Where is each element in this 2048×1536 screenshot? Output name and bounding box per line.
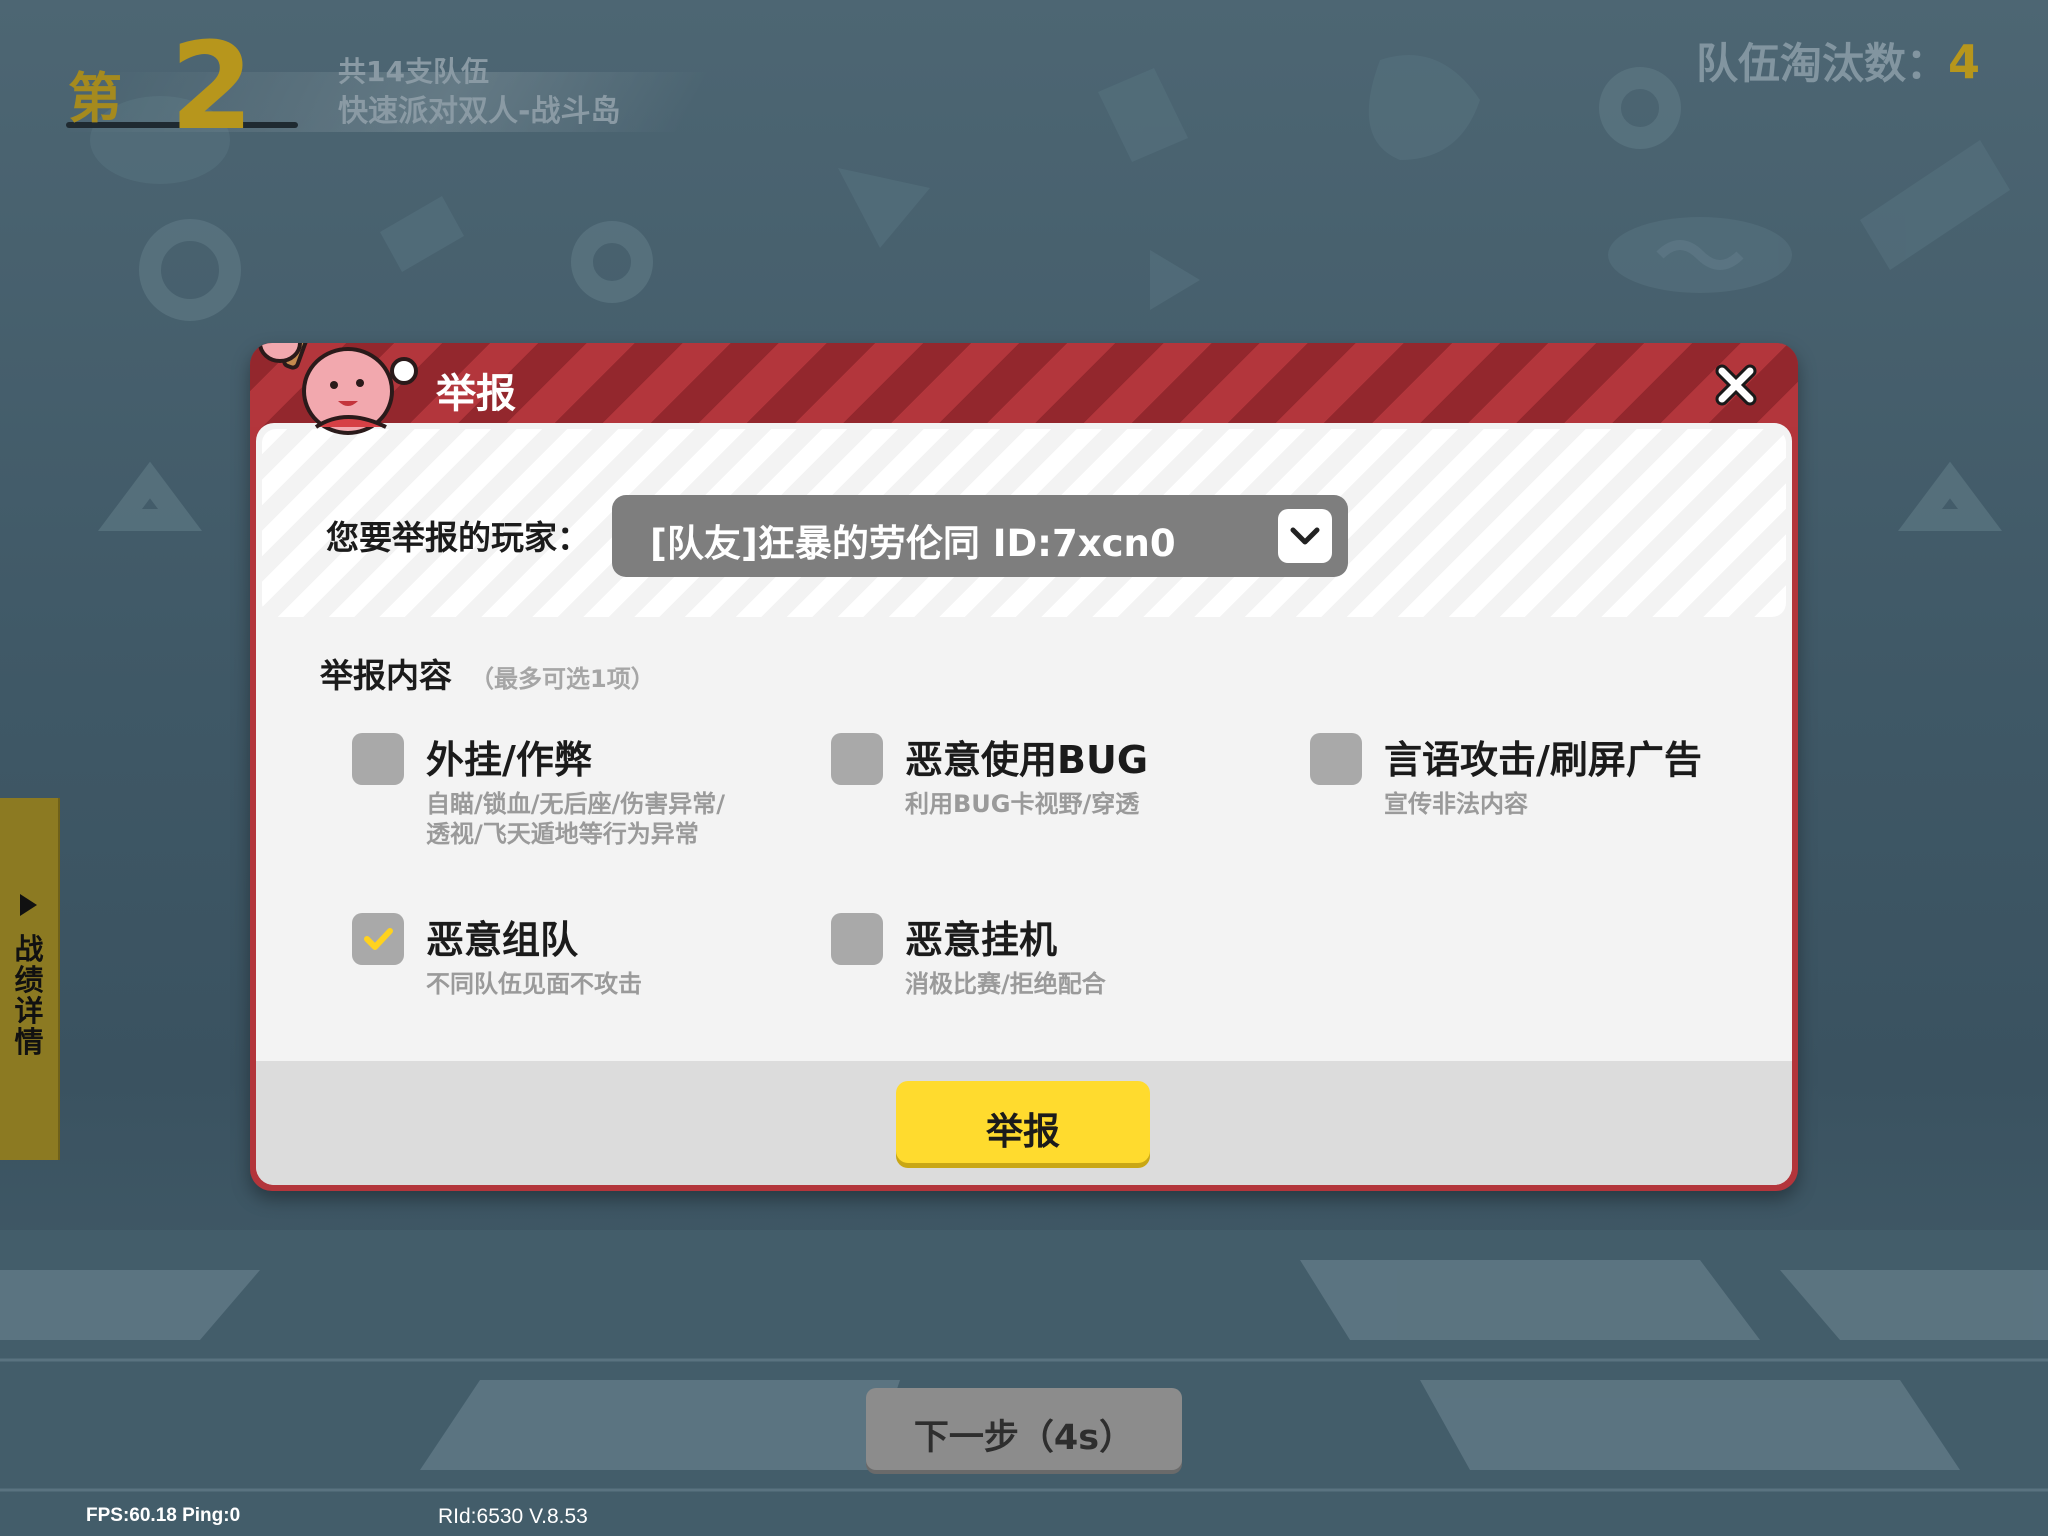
option-desc: 消极比赛/拒绝配合 <box>905 970 1106 998</box>
chevron-down-icon[interactable] <box>1278 509 1332 563</box>
player-dropdown-value: [队友]狂暴的劳伦同 ID:7xcn0 <box>650 522 1176 565</box>
checkbox-checked[interactable] <box>352 913 404 965</box>
next-step-button[interactable]: 下一步（4s） <box>866 1388 1182 1470</box>
floor-grid <box>0 1230 2048 1536</box>
dialog-footer: 举报 <box>256 1061 1792 1185</box>
option-name: 恶意组队 <box>426 918 579 962</box>
option-name: 外挂/作弊 <box>426 738 592 782</box>
player-select-band: 您要举报的玩家： [队友]狂暴的劳伦同 ID:7xcn0 <box>262 429 1786 617</box>
submit-report-button[interactable]: 举报 <box>896 1081 1150 1163</box>
report-content-hint: （最多可选1项） <box>470 665 655 693</box>
option-name: 恶意使用BUG <box>905 738 1149 782</box>
checkbox[interactable] <box>831 733 883 785</box>
dialog-title: 举报 <box>436 371 516 417</box>
rank-prefix: 第 <box>68 67 122 130</box>
option-desc: 自瞄/锁血/无后座/伤害异常/透视/飞天遁地等行为异常 <box>426 790 726 848</box>
report-content-title: 举报内容 <box>320 656 452 695</box>
checkbox[interactable] <box>352 733 404 785</box>
room-version-readout: RId:6530 V.8.53 <box>438 1505 588 1528</box>
eliminations-label: 队伍淘汰数： <box>1695 39 1948 88</box>
report-dialog: 举报 您要举报的玩家： [队友]狂暴的劳伦同 ID:7xcn0 举报内容 （最多… <box>250 343 1798 1191</box>
checkmark-icon <box>364 928 393 950</box>
rank-banner: 第 2 共14支队伍 快速派对双人-战斗岛 <box>60 18 780 157</box>
checkbox[interactable] <box>831 913 883 965</box>
eliminations-count: 4 <box>1947 35 1980 89</box>
team-eliminations: 队伍淘汰数：4 <box>1696 30 1980 91</box>
rank-number: 2 <box>170 18 254 157</box>
battle-details-tab[interactable]: 战绩详情 <box>0 798 60 1160</box>
play-arrow-icon <box>20 894 37 916</box>
close-icon[interactable] <box>1712 361 1760 409</box>
mascot-character-image <box>258 343 418 435</box>
checkbox[interactable] <box>1310 733 1362 785</box>
option-desc: 不同队伍见面不攻击 <box>426 970 642 998</box>
game-mode: 快速派对双人-战斗岛 <box>338 94 621 129</box>
option-name: 言语攻击/刷屏广告 <box>1384 738 1702 782</box>
option-desc: 利用BUG卡视野/穿透 <box>905 790 1140 818</box>
submit-report-label: 举报 <box>986 1110 1060 1153</box>
player-label: 您要举报的玩家： <box>326 518 590 557</box>
player-dropdown[interactable]: [队友]狂暴的劳伦同 ID:7xcn0 <box>612 495 1348 577</box>
option-name: 恶意挂机 <box>905 918 1058 962</box>
team-count: 共14支队伍 <box>338 55 489 88</box>
fps-ping-readout: FPS:60.18 Ping:0 <box>86 1505 241 1526</box>
next-step-label: 下一步（4s） <box>913 1418 1135 1458</box>
battle-details-label: 战绩详情 <box>14 932 44 1059</box>
dialog-body: 您要举报的玩家： [队友]狂暴的劳伦同 ID:7xcn0 举报内容 （最多可选1… <box>256 423 1792 1185</box>
option-desc: 宣传非法内容 <box>1384 790 1528 818</box>
